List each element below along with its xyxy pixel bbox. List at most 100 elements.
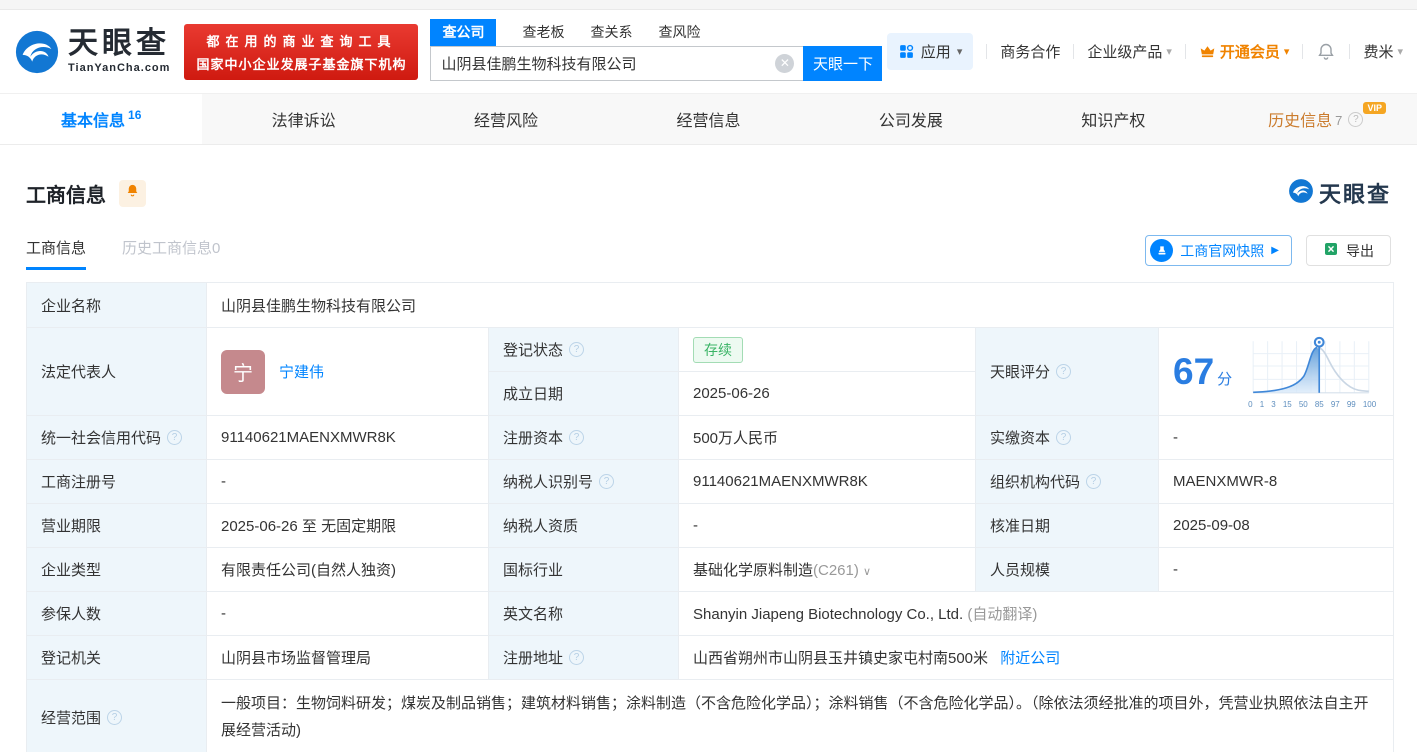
score-cell: 67 分 0 1 3 15 50 85 97 99 100 [1157,327,1395,416]
excel-icon [1323,241,1339,260]
search-tab-risk[interactable]: 查风险 [658,22,700,46]
search-tab-relation[interactable]: 查关系 [590,22,632,46]
field-label: 统一社会信用代码? [26,415,207,460]
arrow-right-icon: ▶ [1271,245,1279,256]
tianyancha-logo-icon [14,29,60,75]
search-tab-boss[interactable]: 查老板 [522,22,564,46]
english-name-note: (自动翻译) [967,606,1038,623]
table-row: 营业期限 2025-06-26 至 无固定期限 纳税人资质 - 核准日期 202… [26,503,1395,548]
table-row: 登记机关 山阴县市场监督管理局 注册地址? 山西省朔州市山阴县玉井镇史家屯村南5… [26,635,1395,680]
company-page-tabs: 基本信息 16 法律诉讼 经营风险 经营信息 公司发展 知识产权 VIP 历史信… [0,93,1417,145]
paid-capital-value: - [1157,415,1395,460]
export-button[interactable]: 导出 [1306,235,1391,266]
search-block: 查公司 查老板 查关系 查风险 ✕ 天眼一下 [430,19,883,81]
search-tab-company[interactable]: 查公司 [430,19,497,46]
legal-rep-cell: 宁 宁建伟 [206,327,489,416]
field-label: 经营范围? [26,679,207,752]
company-name-value: 山阴县佳鹏生物科技有限公司 [205,282,1395,328]
legal-rep-avatar[interactable]: 宁 [221,349,265,394]
crown-icon [1199,43,1216,60]
reg-capital-value: 500万人民币 [678,415,976,460]
help-icon[interactable]: ? [1086,474,1102,489]
nav-business-coop[interactable]: 商务合作 [1000,41,1060,62]
help-icon[interactable]: ? [107,709,123,725]
staff-size-value: - [1157,547,1395,592]
score-axis-ticks: 0 1 3 15 50 85 97 99 100 [1248,399,1377,409]
nav-enterprise-products[interactable]: 企业级产品 ▾ [1087,41,1172,62]
slogan-line1: 都在用的商业查询工具 [206,33,397,49]
tab-operation-info[interactable]: 经营信息 [607,94,809,144]
field-label: 实缴资本? [975,415,1159,460]
tab-legal-litigation[interactable]: 法律诉讼 [202,94,404,144]
insured-count-value: - [206,591,489,636]
caret-down-icon: ▾ [956,46,963,58]
help-icon[interactable]: ? [1056,364,1072,379]
table-row: 企业名称 山阴县佳鹏生物科技有限公司 [26,282,1395,328]
apps-grid-icon [898,43,915,60]
field-label: 注册地址? [488,635,679,680]
divider [1302,44,1304,59]
field-label: 国标行业 [488,547,679,592]
subtab-history-business-info[interactable]: 历史工商信息0 [122,237,220,270]
apps-button[interactable]: 应用 ▾ [886,33,974,70]
subtab-business-info[interactable]: 工商信息 [26,237,87,270]
brand-slogan-banner: 都在用的商业查询工具 国家中小企业发展子基金旗下机构 [184,23,419,80]
tianyancha-logo-icon [1288,178,1314,209]
score-distribution-chart: 0 1 3 15 50 85 97 99 100 [1246,335,1378,409]
table-row: 法定代表人 宁 宁建伟 登记状态? 存续 天眼评分? 67 分 0 1 3 15… [26,327,1395,416]
site-header: 天眼查 TianYanCha.com 都在用的商业查询工具 国家中小企业发展子基… [0,10,1417,93]
field-label: 企业类型 [26,547,207,592]
subscribe-bell-button[interactable] [119,179,146,207]
nearby-companies-link[interactable]: 附近公司 [1000,650,1060,667]
top-strip [0,0,1417,10]
industry-cell: 基础化学原料制造(C261) ∨ [678,547,976,592]
search-input[interactable] [430,46,804,81]
divider [1349,44,1351,59]
field-label: 组织机构代码? [975,459,1159,504]
help-icon[interactable]: ? [599,474,615,489]
legal-rep-link[interactable]: 宁建伟 [279,361,324,382]
help-icon[interactable]: ? [1348,111,1364,127]
help-icon[interactable]: ? [569,430,585,445]
chevron-down-icon[interactable]: ∨ [863,566,871,578]
help-icon[interactable]: ? [569,650,585,665]
search-button[interactable]: 天眼一下 [803,46,883,81]
table-row: 经营范围? 一般项目：生物饲料研发；煤炭及制品销售；建筑材料销售；涂料制造（不含… [26,679,1395,752]
field-label: 成立日期 [488,371,679,416]
org-code-value: MAENXMWR-8 [1157,459,1395,504]
english-name-cell: Shanyin Jiapeng Biotechnology Co., Ltd. … [677,591,1395,636]
reg-address-cell: 山西省朔州市山阴县玉井镇史家屯村南500米 附近公司 [677,635,1395,680]
field-label: 核准日期 [975,503,1159,548]
help-icon[interactable]: ? [167,430,183,445]
user-menu[interactable]: 费米 ▾ [1363,41,1403,62]
field-label: 英文名称 [488,591,679,636]
tab-intellectual-property[interactable]: 知识产权 [1012,94,1214,144]
tab-history-count: 7 [1335,112,1343,128]
tab-company-development[interactable]: 公司发展 [810,94,1012,144]
reg-authority-value: 山阴县市场监督管理局 [206,635,489,680]
bell-icon [1316,42,1336,62]
field-label: 天眼评分? [975,327,1159,416]
english-name-value: Shanyin Jiapeng Biotechnology Co., Ltd. [693,606,964,623]
tab-basic-info[interactable]: 基本信息 16 [0,94,203,144]
credit-code-value: 91140621MAENXMWR8K [206,415,489,460]
notifications-button[interactable] [1316,42,1336,62]
field-label: 参保人数 [26,591,207,636]
main-content: 工商信息 天眼查 工商信息 历史工商信息0 工商官网快照 ▶ 导出 企业名称 山… [0,177,1417,752]
help-icon[interactable]: ? [1056,430,1072,445]
approval-date-value: 2025-09-08 [1157,503,1395,548]
help-icon[interactable]: ? [569,342,585,357]
logo-domain: TianYanCha.com [68,62,171,74]
table-row: 统一社会信用代码? 91140621MAENXMWR8K 注册资本? 500万人… [26,415,1395,460]
table-row: 参保人数 - 英文名称 Shanyin Jiapeng Biotechnolog… [26,591,1395,636]
tab-history-info[interactable]: VIP 历史信息 7 ? [1215,94,1417,144]
tab-operation-risk[interactable]: 经营风险 [405,94,607,144]
reg-status-cell: 存续 [678,327,976,372]
nav-open-vip[interactable]: 开通会员 ▾ [1199,41,1289,62]
tianyancha-logo[interactable]: 天眼查 TianYanCha.com [14,29,170,75]
table-row: 工商注册号 - 纳税人识别号? 91140621MAENXMWR8K 组织机构代… [26,459,1395,504]
official-snapshot-button[interactable]: 工商官网快照 ▶ [1145,235,1292,266]
business-info-table: 企业名称 山阴县佳鹏生物科技有限公司 法定代表人 宁 宁建伟 登记状态? 存续 … [26,282,1395,752]
industry-value: 基础化学原料制造 [693,562,814,579]
notification-bell-icon [125,183,140,203]
